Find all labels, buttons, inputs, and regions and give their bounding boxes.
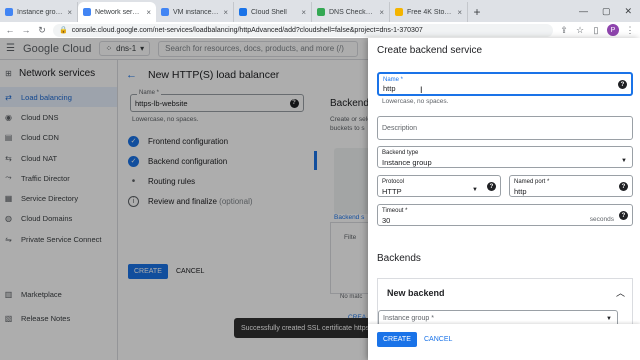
description-placeholder: Description [382,125,418,132]
tab-title: VM instances – Conso [173,8,219,16]
tab-title: DNS Checker - DNS [329,8,375,16]
protocol-value: HTTP [382,187,402,196]
named-port-field[interactable]: Named port * http ? [509,175,633,197]
back-icon[interactable]: ← [5,25,15,35]
tab-favicon-icon [5,8,13,16]
cancel-backend-button[interactable]: CANCEL [424,332,452,347]
help-icon[interactable]: ? [618,181,629,192]
dropdown-arrow-icon: ▼ [472,187,478,193]
timeout-suffix: seconds [589,216,614,223]
address-bar[interactable]: 🔒 console.cloud.google.com/net-services/… [53,23,553,37]
create-backend-button[interactable]: CREATE [377,332,417,347]
new-backend-title: New backend [387,288,445,298]
timeout-field[interactable]: Timeout * 30 seconds ? [377,204,633,226]
instance-group-placeholder: Instance group * [383,315,434,322]
tab-close-icon[interactable]: × [457,8,462,17]
tab-title: Cloud Shell [251,8,287,16]
close-window-icon[interactable]: ✕ [624,6,632,17]
browser-tab-bar: Instance groups – Co×Network services – … [0,0,640,22]
profile-avatar[interactable]: P [607,24,619,36]
text-cursor-icon: I [420,85,423,95]
backend-type-select[interactable]: Backend type Instance group ▼ [377,146,633,168]
create-backend-drawer: Create backend service Name * http ? Low… [368,38,640,360]
backend-name-label: Name * [383,77,404,83]
protocol-label: Protocol [382,179,405,185]
named-port-value: http [514,187,527,196]
share-icon[interactable]: ⇪ [559,25,569,36]
drawer-title: Create backend service [377,45,483,56]
url-text: console.cloud.google.com/net-services/lo… [71,26,423,34]
bookmark-star-icon[interactable]: ☆ [575,25,585,36]
browser-toolbar: ← → ↻ 🔒 console.cloud.google.com/net-ser… [0,22,640,38]
tab-close-icon[interactable]: × [223,8,228,17]
description-field[interactable]: Description [377,116,633,140]
forward-icon[interactable]: → [21,25,31,35]
browser-tab[interactable]: Cloud Shell × [234,2,312,22]
tab-title: Network services – d [95,8,142,16]
tab-title: Instance groups – Co [17,8,64,16]
help-icon[interactable]: ? [617,79,628,90]
browser-tab[interactable]: DNS Checker - DNS × [312,2,390,22]
dropdown-arrow-icon: ▼ [621,158,627,164]
dropdown-arrow-icon: ▼ [606,316,612,322]
tab-close-icon[interactable]: × [146,8,151,17]
timeout-value: 30 [382,216,391,225]
protocol-select[interactable]: Protocol HTTP ▼ ? [377,175,501,197]
backend-name-hint: Lowercase, no spaces. [382,98,449,105]
minimize-icon[interactable]: — [579,6,588,16]
backend-name-value: http [383,84,396,93]
backend-name-field[interactable]: Name * http ? [377,72,633,96]
tab-close-icon[interactable]: × [67,8,72,17]
backend-type-label: Backend type [382,150,419,156]
window-controls: — ▢ ✕ [579,0,640,22]
timeout-label: Timeout * [382,208,408,214]
help-icon[interactable]: ? [486,181,497,192]
named-port-label: Named port * [514,179,550,185]
modal-scrim[interactable] [0,38,368,360]
sidepanel-icon[interactable]: ▯ [591,25,601,36]
help-icon[interactable]: ? [618,210,629,221]
browser-tab[interactable]: VM instances – Conso × [156,2,234,22]
tab-favicon-icon [239,8,247,16]
browser-tab[interactable]: Instance groups – Co× [0,2,78,22]
tab-close-icon[interactable]: × [301,8,306,17]
tab-favicon-icon [317,8,325,16]
tab-favicon-icon [83,8,91,16]
tab-favicon-icon [395,8,403,16]
tab-favicon-icon [161,8,169,16]
backends-section-title: Backends [377,253,421,264]
backend-type-value: Instance group [382,158,432,167]
new-tab-icon[interactable]: + [468,2,486,22]
maximize-icon[interactable]: ▢ [602,6,611,17]
chevron-up-icon[interactable]: ︿ [616,286,625,299]
lock-icon: 🔒 [59,27,68,34]
tab-close-icon[interactable]: × [379,8,384,17]
reload-icon[interactable]: ↻ [37,25,47,36]
menu-dots-icon[interactable]: ⋮ [625,25,635,36]
browser-tab[interactable]: Free 4K Stock Video × [390,2,468,22]
browser-tab[interactable]: Network services – d × [78,2,156,22]
tab-title: Free 4K Stock Video [407,8,453,16]
